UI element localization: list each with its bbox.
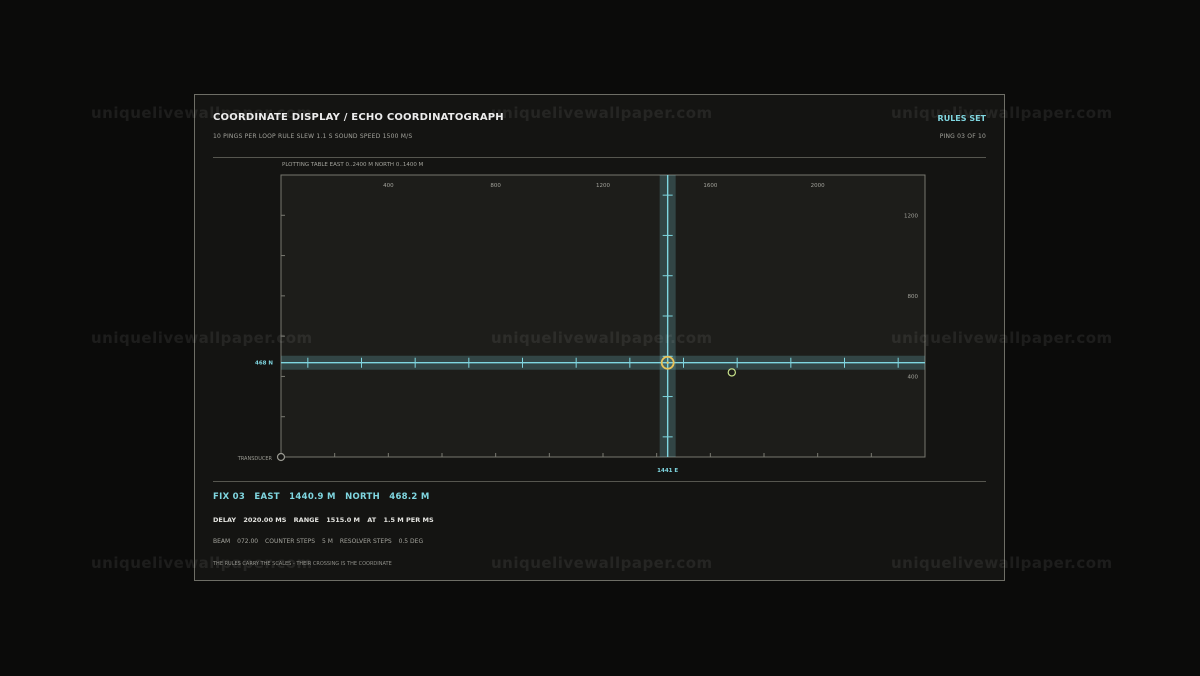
east-tick-label: 800 (490, 183, 501, 189)
watermark: uniquelivewallpaper.com (491, 554, 713, 572)
north-rule-label: 468 N (255, 361, 273, 367)
watermark: uniquelivewallpaper.com (891, 554, 1113, 572)
east-tick-label: 1200 (596, 183, 610, 189)
east-tick-label: 400 (383, 183, 394, 189)
east-tick-label: 1600 (703, 183, 717, 189)
transducer-marker (276, 452, 286, 462)
plot-area (280, 174, 926, 458)
watermark: uniquelivewallpaper.com (891, 104, 1113, 122)
transducer-label: TRANSDUCER (237, 456, 273, 462)
watermark: uniquelivewallpaper.com (91, 329, 313, 347)
north-tick-label: 400 (908, 374, 919, 380)
north-tick-label: 1200 (904, 213, 918, 219)
watermark: uniquelivewallpaper.com (491, 104, 713, 122)
watermark: uniquelivewallpaper.com (491, 329, 713, 347)
east-rule-label: 1441 E (657, 468, 678, 474)
current-fix-center (666, 361, 669, 364)
north-tick-label: 800 (908, 294, 919, 300)
east-tick-label: 2000 (811, 183, 825, 189)
watermark: uniquelivewallpaper.com (91, 104, 313, 122)
watermark: uniquelivewallpaper.com (891, 329, 1113, 347)
watermark: uniquelivewallpaper.com (91, 554, 313, 572)
